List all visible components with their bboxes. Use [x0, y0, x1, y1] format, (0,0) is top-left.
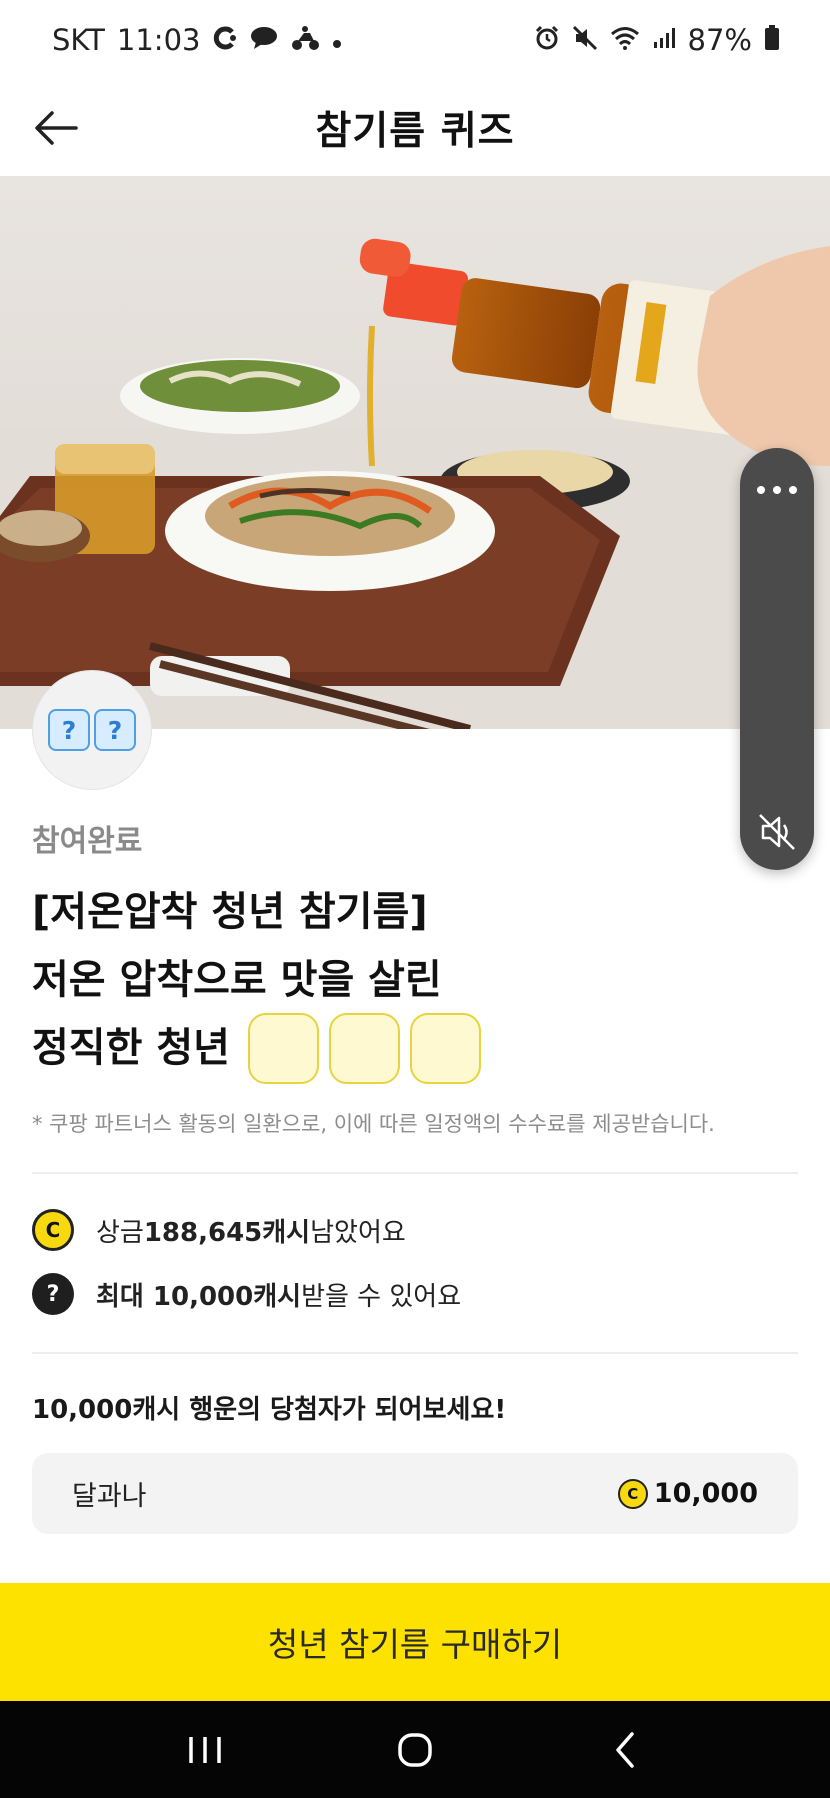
divider — [32, 1352, 798, 1354]
participation-status: 참여완료 — [32, 824, 143, 859]
status-bar: SKT 11:03 87% — [0, 0, 830, 80]
quiz-badge: ? ? — [32, 670, 152, 790]
dot-icon — [332, 28, 342, 53]
prize-amount-group: C 10,000 — [617, 1478, 758, 1509]
help-icon: ? — [32, 1273, 74, 1315]
remaining-suffix: 남았어요 — [310, 1217, 406, 1248]
mute-icon — [572, 25, 598, 55]
recent-apps-button[interactable] — [175, 1720, 235, 1780]
arrow-left-icon — [35, 111, 78, 145]
speaker-muted-icon[interactable] — [757, 812, 797, 852]
back-button[interactable] — [28, 100, 84, 156]
coin-icon: C — [617, 1478, 648, 1509]
carrier-label: SKT — [52, 23, 105, 57]
coin-icon: C — [32, 1209, 74, 1251]
lucky-winner-title: 10,000캐시 행운의 당첨자가 되어보세요! — [32, 1395, 507, 1425]
answer-box[interactable] — [328, 1012, 400, 1084]
quiz-line-3-text: 정직한 청년 — [32, 1025, 230, 1071]
status-right: 87% — [534, 23, 780, 57]
back-nav-button[interactable] — [595, 1720, 655, 1780]
buy-sesame-oil-button[interactable]: 청년 참기름 구매하기 — [0, 1583, 830, 1701]
home-icon — [398, 1732, 432, 1767]
remaining-amount: 188,645캐시 — [143, 1217, 311, 1248]
prize-name: 달과나 — [72, 1481, 147, 1512]
product-hero-image — [0, 176, 830, 729]
answer-boxes — [247, 1012, 481, 1084]
wifi-icon — [610, 26, 640, 54]
clock: 11:03 — [116, 23, 201, 57]
remaining-prefix: 상금 — [96, 1217, 144, 1248]
prize-card: 달과나 C 10,000 — [32, 1453, 798, 1534]
question-mark-icon: ? — [94, 709, 136, 751]
remaining-prize-row: C 상금 188,645캐시 남았어요 — [32, 1209, 406, 1251]
prize-amount: 10,000 — [653, 1478, 758, 1509]
signal-icon — [652, 26, 676, 54]
battery-icon — [764, 25, 780, 55]
battery-percent: 87% — [687, 23, 752, 57]
quiz-line-1: [저온압착 청년 참기름] — [32, 889, 428, 935]
page-title: 참기름 퀴즈 — [315, 109, 515, 154]
c-logo-icon — [212, 26, 238, 54]
divider — [32, 1172, 798, 1174]
speech-bubble-icon — [250, 26, 278, 54]
answer-box[interactable] — [247, 1012, 319, 1084]
max-reward-row: ? 최대 10,000캐시 받을 수 있어요 — [32, 1273, 461, 1315]
status-left: SKT 11:03 — [52, 23, 342, 57]
delivery-rider-icon — [290, 25, 320, 55]
video-control-panel — [740, 448, 814, 870]
affiliate-disclaimer: * 쿠팡 파트너스 활동의 일환으로, 이에 따른 일정액의 수수료를 제공받습… — [32, 1112, 715, 1136]
more-dots-icon[interactable] — [757, 478, 797, 502]
quiz-question: [저온압착 청년 참기름] 저온 압착으로 맛을 살린 정직한 청년 — [32, 878, 481, 1084]
system-nav-bar — [0, 1701, 830, 1798]
home-button[interactable] — [385, 1720, 445, 1780]
max-reward-suffix: 받을 수 있어요 — [301, 1281, 462, 1312]
answer-box[interactable] — [409, 1012, 481, 1084]
question-mark-icon: ? — [48, 709, 90, 751]
top-app-bar: 참기름 퀴즈 — [0, 80, 830, 176]
max-reward-amount: 최대 10,000캐시 — [96, 1281, 302, 1312]
alarm-icon — [534, 25, 560, 55]
quiz-line-2: 저온 압착으로 맛을 살린 — [32, 957, 442, 1003]
chevron-left-icon — [616, 1731, 634, 1768]
quiz-line-3: 정직한 청년 — [32, 1012, 481, 1084]
recent-apps-icon — [189, 1736, 221, 1763]
